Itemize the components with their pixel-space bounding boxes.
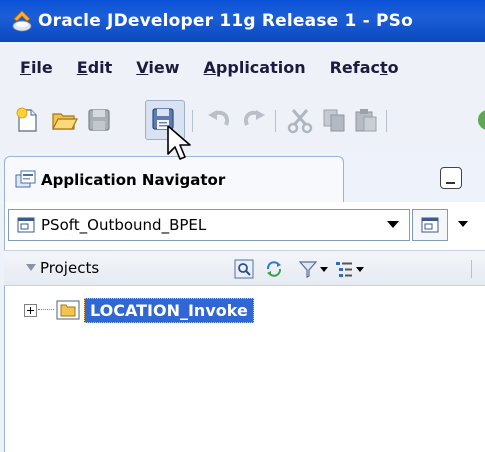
save-icon[interactable] (85, 106, 113, 134)
run-icon[interactable] (474, 106, 485, 134)
toolbar-separator (275, 110, 276, 132)
jdeveloper-logo-icon (12, 10, 32, 32)
menu-file[interactable]: File (20, 58, 53, 77)
chevron-down-icon (387, 221, 399, 228)
open-icon[interactable] (50, 106, 78, 134)
application-name: PSoft_Outbound_BPEL (41, 216, 207, 234)
find-icon[interactable] (234, 259, 254, 279)
jdeveloper-window: Oracle JDeveloper 11g Release 1 - PSo Fi… (0, 0, 485, 452)
window-title: Oracle JDeveloper 11g Release 1 - PSo (38, 11, 414, 31)
undo-icon[interactable] (205, 106, 233, 134)
project-folder-icon (56, 300, 80, 320)
refresh-icon[interactable] (264, 259, 284, 279)
copy-icon[interactable] (320, 106, 348, 134)
menu-application-mnemonic: A (203, 57, 216, 77)
cut-icon[interactable] (286, 106, 314, 134)
toolbar-separator (386, 110, 387, 132)
menu-view-mnemonic: V (136, 57, 149, 77)
tree-node[interactable]: LOCATION_Invoke (24, 296, 254, 324)
application-selector[interactable]: PSoft_Outbound_BPEL (8, 209, 410, 241)
minimize-button[interactable] (440, 167, 462, 189)
projects-section-header[interactable]: Projects (4, 250, 485, 286)
main-toolbar (0, 92, 485, 152)
tree-connector (38, 309, 54, 311)
redo-icon[interactable] (240, 106, 268, 134)
tree-node-label[interactable]: LOCATION_Invoke (84, 297, 254, 323)
menu-file-mnemonic: F (20, 57, 31, 77)
application-icon (17, 217, 35, 233)
collapse-triangle-icon[interactable] (26, 264, 36, 271)
title-bar: Oracle JDeveloper 11g Release 1 - PSo (0, 0, 485, 42)
menu-view[interactable]: View (136, 58, 179, 77)
navigator-title: Application Navigator (41, 171, 226, 189)
menu-edit-label: dit (87, 57, 113, 77)
menu-refactor[interactable]: Refacto (330, 58, 399, 77)
paste-icon[interactable] (352, 106, 380, 134)
sort-options-icon[interactable] (334, 259, 354, 279)
new-icon[interactable] (14, 106, 42, 134)
menu-edit-mnemonic: E (76, 57, 88, 77)
menu-refactor-mnemonic: t (380, 57, 388, 77)
menu-bar: File Edit View Application Refacto (0, 42, 485, 92)
menu-refactor-pre: Refac (329, 57, 381, 77)
expand-plus-icon[interactable] (24, 303, 37, 317)
projects-label: Projects (40, 259, 100, 277)
application-navigator-icon (15, 170, 36, 188)
application-menu-icon (421, 217, 439, 233)
header-separator (471, 260, 472, 278)
sort-dropdown-icon[interactable] (356, 267, 364, 272)
mouse-cursor-icon (167, 125, 191, 160)
filter-icon[interactable] (298, 259, 318, 279)
menu-application[interactable]: Application (204, 58, 306, 77)
filter-dropdown-icon[interactable] (320, 267, 328, 272)
menu-application-label: pplication (215, 57, 306, 77)
menu-file-label: ile (30, 57, 53, 77)
application-menu-button[interactable] (412, 209, 448, 241)
menu-edit[interactable]: Edit (77, 58, 113, 77)
application-menu-dropdown-icon[interactable] (458, 221, 468, 227)
menu-refactor-label: o (387, 57, 399, 77)
menu-view-label: iew (148, 57, 180, 77)
